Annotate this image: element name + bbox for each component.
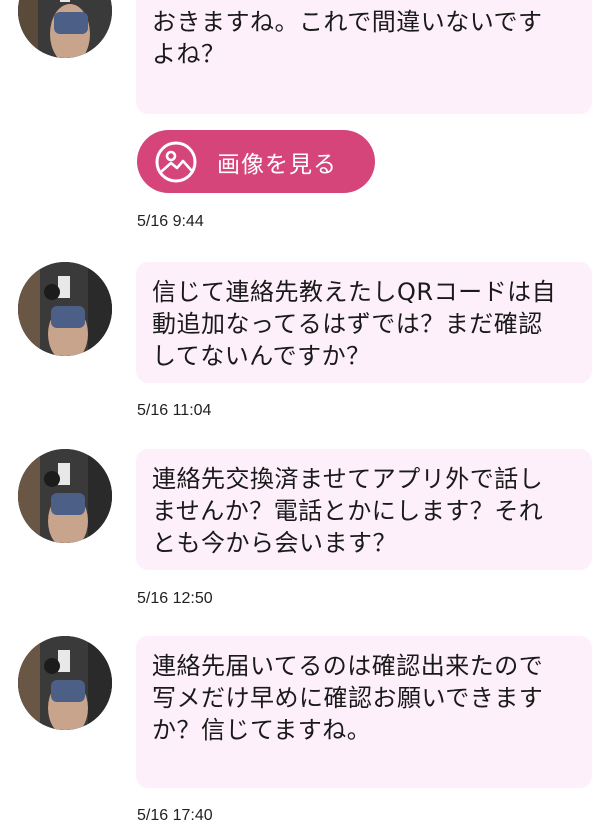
message-bubble: 信じて連絡先教えたしQRコードは自 動追加なってるはずでは？まだ確認 してないん…: [136, 262, 592, 383]
profile-photo: [18, 449, 112, 543]
message-text: おきますね。これで間違いないです よね？: [152, 8, 543, 68]
avatar[interactable]: [18, 0, 112, 58]
message-timestamp: 5/16 11:04: [137, 402, 212, 419]
message-timestamp: 5/16 9:44: [137, 213, 204, 230]
avatar[interactable]: [18, 449, 112, 543]
avatar[interactable]: [18, 262, 112, 356]
view-image-button[interactable]: 画像を見る: [137, 130, 375, 193]
message-text: 連絡先届いてるのは確認出来たので 写メだけ早めに確認お願いできます か？信じてま…: [152, 652, 544, 744]
message-timestamp: 5/16 17:40: [137, 807, 213, 824]
profile-photo: [18, 636, 112, 730]
view-image-label: 画像を見る: [217, 151, 337, 178]
profile-photo: [18, 262, 112, 356]
message-bubble: 連絡先交換済ませてアプリ外で話し ませんか？電話とかにします？それ とも今から会…: [136, 449, 592, 570]
message-bubble: 連絡先届いてるのは確認出来たので 写メだけ早めに確認お願いできます か？信じてま…: [136, 636, 592, 788]
profile-photo: [18, 0, 112, 58]
message-text: 連絡先交換済ませてアプリ外で話し ませんか？電話とかにします？それ とも今から会…: [152, 465, 544, 557]
message-timestamp: 5/16 12:50: [137, 590, 213, 607]
message-bubble: おきますね。これで間違いないです よね？: [136, 0, 592, 114]
message-text: 信じて連絡先教えたしQRコードは自 動追加なってるはずでは？まだ確認 してないん…: [152, 278, 557, 370]
image-icon: [153, 139, 199, 185]
avatar[interactable]: [18, 636, 112, 730]
